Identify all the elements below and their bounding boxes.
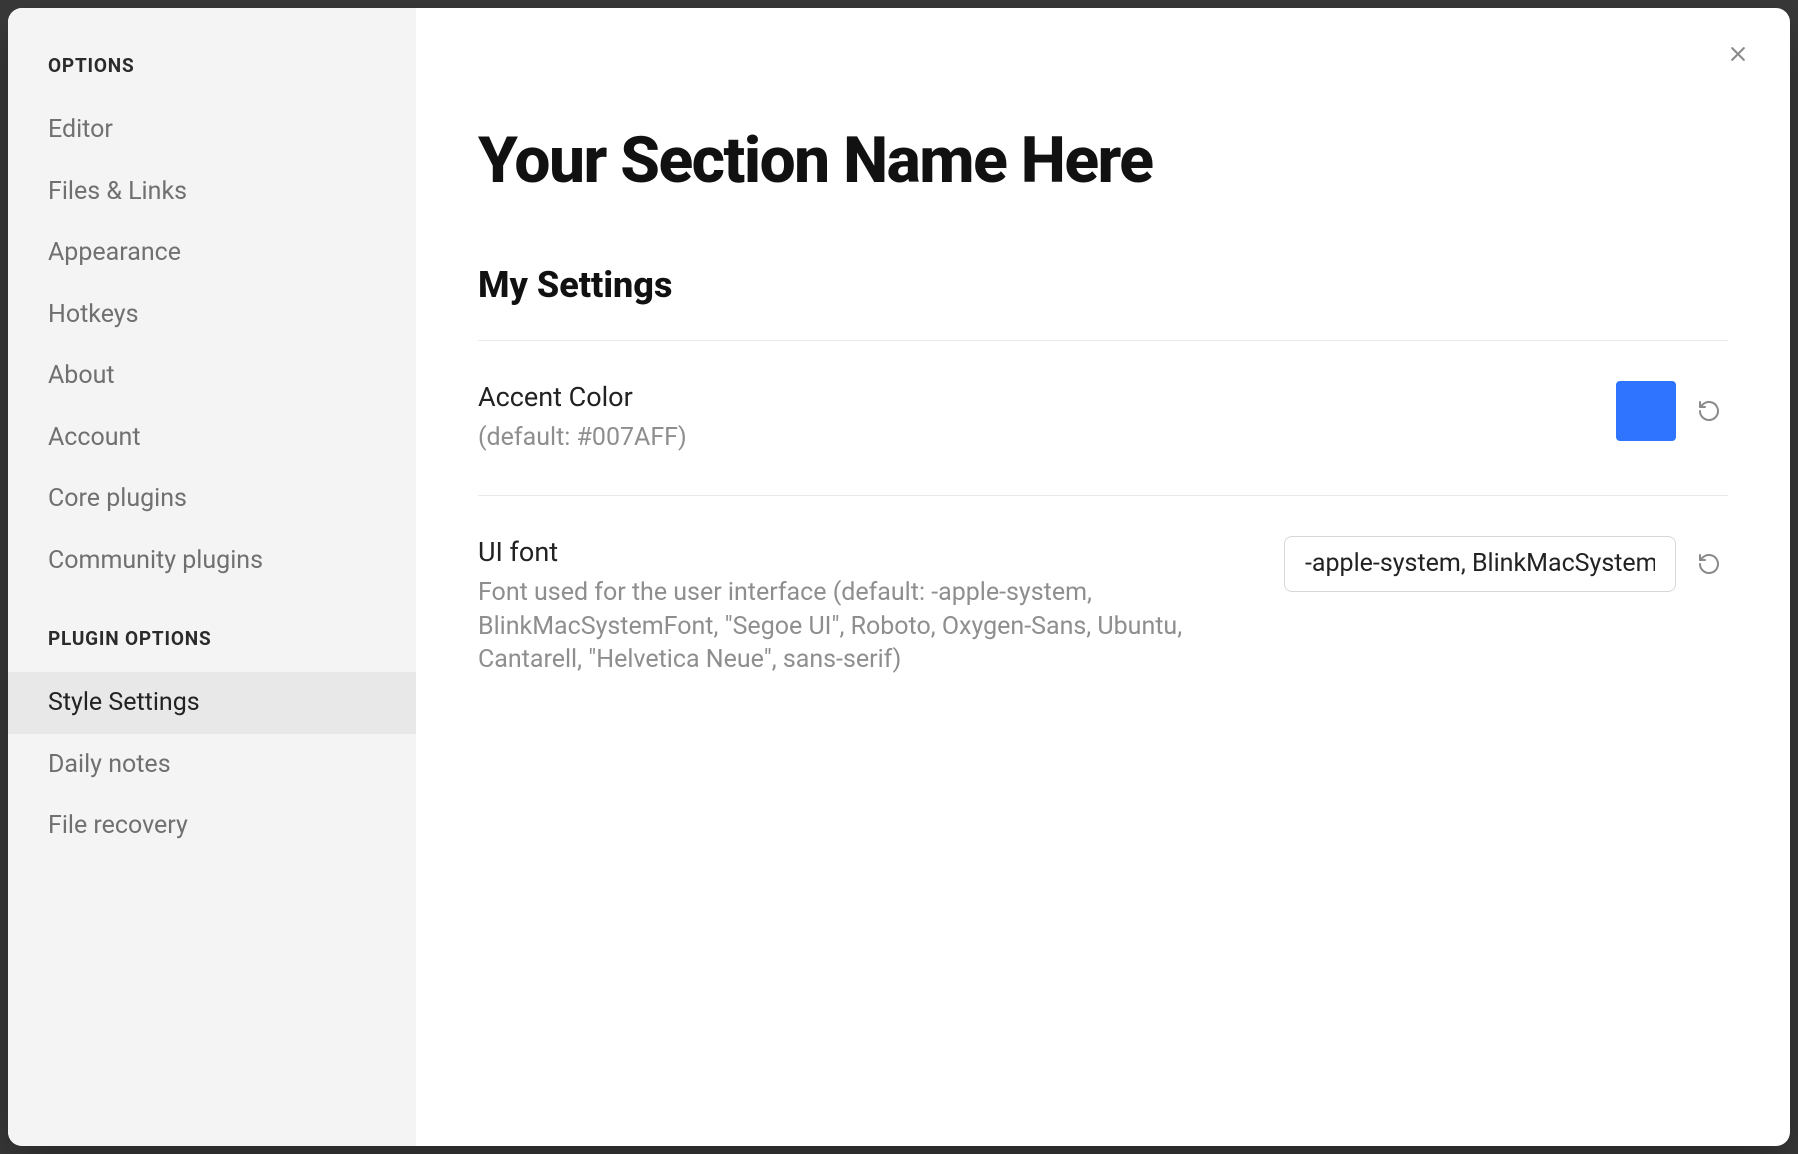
setting-name-accent-color: Accent Color — [478, 381, 1576, 413]
reset-icon — [1697, 399, 1721, 423]
setting-desc-accent-color: (default: #007AFF) — [478, 421, 1576, 455]
sidebar-item-hotkeys[interactable]: Hotkeys — [8, 284, 416, 346]
subsection-title: My Settings — [478, 264, 1728, 306]
sidebar-item-editor[interactable]: Editor — [8, 99, 416, 161]
settings-content: Your Section Name Here My Settings Accen… — [416, 8, 1790, 1146]
setting-row-ui-font: UI font Font used for the user interface… — [478, 496, 1728, 717]
setting-name-ui-font: UI font — [478, 536, 1244, 568]
reset-icon — [1697, 552, 1721, 576]
setting-control — [1284, 536, 1728, 592]
settings-sidebar: OPTIONS EditorFiles & LinksAppearanceHot… — [8, 8, 416, 1146]
close-icon — [1728, 44, 1748, 64]
reset-accent-color-button[interactable] — [1690, 392, 1728, 430]
sidebar-item-files-links[interactable]: Files & Links — [8, 161, 416, 223]
reset-ui-font-button[interactable] — [1690, 545, 1728, 583]
setting-control — [1616, 381, 1728, 441]
sidebar-item-appearance[interactable]: Appearance — [8, 222, 416, 284]
sidebar-item-account[interactable]: Account — [8, 407, 416, 469]
setting-desc-ui-font: Font used for the user interface (defaul… — [478, 576, 1244, 677]
setting-info: UI font Font used for the user interface… — [478, 536, 1244, 677]
sidebar-section-plugin-options-header: PLUGIN OPTIONS — [8, 627, 416, 672]
sidebar-item-community-plugins[interactable]: Community plugins — [8, 530, 416, 592]
sidebar-item-daily-notes[interactable]: Daily notes — [8, 734, 416, 796]
sidebar-item-core-plugins[interactable]: Core plugins — [8, 468, 416, 530]
ui-font-input[interactable] — [1284, 536, 1676, 592]
close-button[interactable] — [1718, 34, 1758, 74]
sidebar-item-file-recovery[interactable]: File recovery — [8, 795, 416, 857]
page-title: Your Section Name Here — [478, 123, 1728, 198]
sidebar-item-style-settings[interactable]: Style Settings — [8, 672, 416, 734]
setting-info: Accent Color (default: #007AFF) — [478, 381, 1576, 455]
settings-modal: OPTIONS EditorFiles & LinksAppearanceHot… — [8, 8, 1790, 1146]
sidebar-item-about[interactable]: About — [8, 345, 416, 407]
accent-color-swatch[interactable] — [1616, 381, 1676, 441]
setting-row-accent-color: Accent Color (default: #007AFF) — [478, 341, 1728, 495]
sidebar-section-options-header: OPTIONS — [8, 54, 416, 99]
